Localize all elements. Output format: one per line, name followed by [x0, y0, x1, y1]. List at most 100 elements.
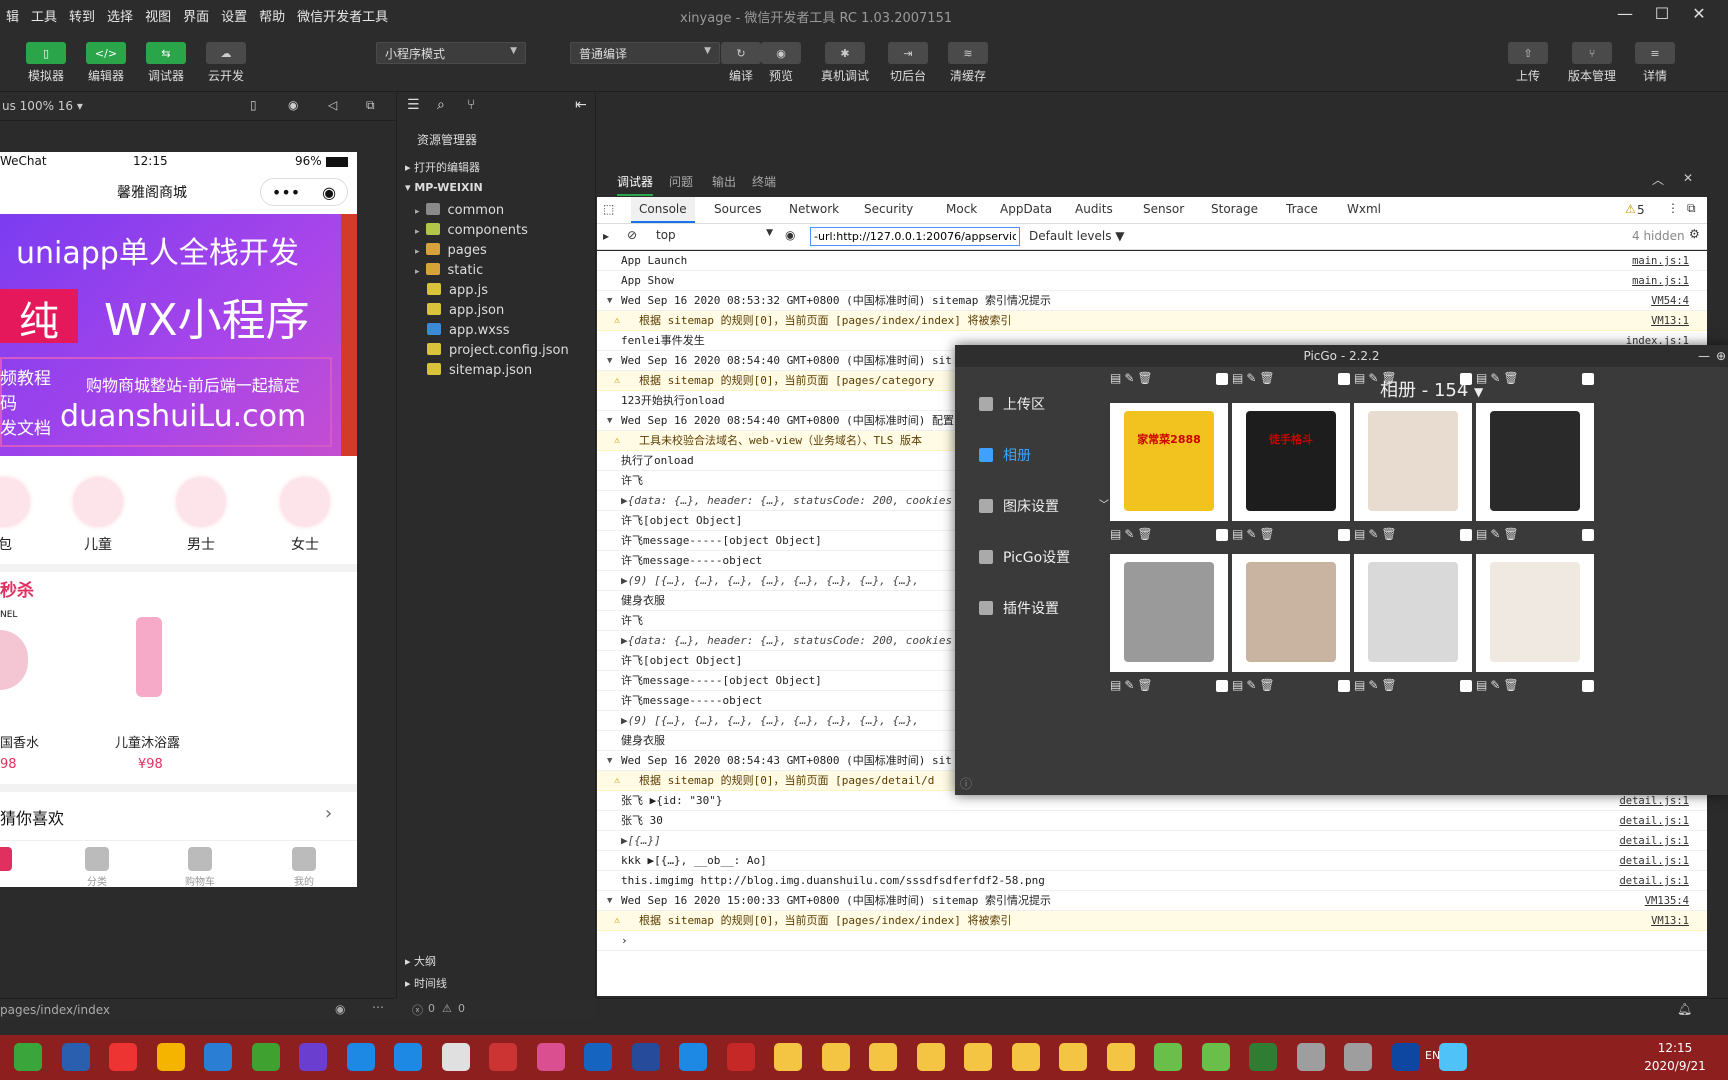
- nav-bed-settings[interactable]: 图床设置 ﹀: [979, 496, 1119, 516]
- tab-storage[interactable]: Storage: [1203, 197, 1266, 223]
- more-icon[interactable]: •••: [272, 183, 300, 202]
- collapse-icon[interactable]: ⇤: [575, 97, 587, 113]
- edit-icon[interactable]: ✎: [1124, 527, 1134, 541]
- gear-icon[interactable]: ⚙: [1689, 227, 1700, 241]
- source-link[interactable]: VM54:4: [1651, 291, 1689, 310]
- app-icon[interactable]: [1344, 1043, 1372, 1071]
- tab-debugger[interactable]: 调试器: [617, 173, 654, 196]
- app-icon[interactable]: [869, 1043, 897, 1071]
- app-icon[interactable]: [774, 1043, 802, 1071]
- delete-icon[interactable]: 🗑︎: [1381, 527, 1396, 541]
- delete-icon[interactable]: 🗑︎: [1137, 527, 1152, 541]
- version-button[interactable]: ⑂ 版本管理: [1560, 42, 1624, 84]
- copy-icon[interactable]: ▤: [1110, 527, 1121, 541]
- menu-item[interactable]: 工具: [25, 6, 63, 25]
- real-debug-button[interactable]: ✱ 真机调试: [815, 42, 875, 84]
- tab-audits[interactable]: Audits: [1067, 197, 1121, 223]
- tab-sensor[interactable]: Sensor: [1135, 197, 1192, 223]
- edit-icon[interactable]: ✎: [1490, 371, 1500, 385]
- delete-icon[interactable]: 🗑︎: [1381, 371, 1396, 385]
- app-icon[interactable]: [584, 1043, 612, 1071]
- app-icon[interactable]: [346, 1043, 375, 1071]
- select-checkbox[interactable]: [1582, 529, 1594, 541]
- copy-icon[interactable]: ▤: [1110, 678, 1121, 692]
- clear-icon[interactable]: ⊘: [627, 228, 637, 242]
- copy-icon[interactable]: ▤: [1476, 527, 1487, 541]
- tab-terminal[interactable]: 终端: [752, 173, 776, 190]
- edit-icon[interactable]: ✎: [1368, 371, 1378, 385]
- mode-select[interactable]: 小程序模式 ▼: [376, 42, 526, 64]
- source-link[interactable]: detail.js:1: [1619, 831, 1689, 850]
- tree-item[interactable]: app.wxss: [427, 323, 509, 338]
- app-icon[interactable]: [916, 1043, 945, 1071]
- select-checkbox[interactable]: [1338, 373, 1350, 385]
- menu-item[interactable]: 辑: [0, 6, 25, 25]
- close-icon[interactable]: ✕: [1684, 4, 1714, 26]
- clock[interactable]: 12:15 2020/9/21: [1630, 1039, 1720, 1075]
- tab-cart[interactable]: 购物车: [170, 847, 230, 887]
- tree-item[interactable]: ▸ components: [415, 223, 528, 238]
- zoom-select[interactable]: us 100% 16 ▾: [2, 99, 83, 113]
- app-icon[interactable]: [109, 1043, 137, 1071]
- source-link[interactable]: detail.js:1: [1619, 871, 1689, 890]
- list-icon[interactable]: ☰: [407, 97, 420, 113]
- delete-icon[interactable]: 🗑︎: [1503, 371, 1518, 385]
- record-icon[interactable]: ◉: [288, 98, 298, 112]
- background-button[interactable]: ⇥ 切后台: [880, 42, 936, 84]
- thumbnail[interactable]: 徒手格斗: [1232, 403, 1350, 521]
- edit-icon[interactable]: ✎: [1124, 678, 1134, 692]
- category-item[interactable]: 男士: [166, 478, 236, 554]
- source-link[interactable]: VM135:4: [1645, 891, 1689, 910]
- thumbnail[interactable]: [1354, 403, 1472, 521]
- add-icon[interactable]: ⊕: [1716, 345, 1726, 367]
- edit-icon[interactable]: ✎: [1368, 527, 1378, 541]
- tree-item[interactable]: app.js: [427, 283, 488, 298]
- chevron-right-icon[interactable]: ›: [325, 803, 332, 824]
- select-checkbox[interactable]: [1216, 680, 1228, 692]
- tree-item[interactable]: project.config.json: [427, 343, 569, 358]
- select-checkbox[interactable]: [1582, 373, 1594, 385]
- menu-item[interactable]: 转到: [63, 6, 101, 25]
- edit-icon[interactable]: ✎: [1246, 678, 1256, 692]
- delete-icon[interactable]: 🗑︎: [1381, 678, 1396, 692]
- app-icon[interactable]: [61, 1043, 90, 1071]
- nav-album[interactable]: 相册: [979, 445, 1119, 465]
- delete-icon[interactable]: 🗑︎: [1259, 527, 1274, 541]
- eye-icon[interactable]: ◉: [335, 1002, 345, 1016]
- tab-mine[interactable]: 我的: [274, 847, 334, 887]
- filter-input[interactable]: [810, 227, 1020, 246]
- tree-item[interactable]: ▸ static: [415, 263, 483, 278]
- copy-icon[interactable]: ▤: [1232, 527, 1243, 541]
- app-icon[interactable]: [1391, 1043, 1420, 1071]
- select-checkbox[interactable]: [1216, 529, 1228, 541]
- window-icon[interactable]: ⧉: [366, 98, 375, 113]
- thumbnail[interactable]: [1476, 554, 1594, 672]
- perfume-image[interactable]: [0, 630, 28, 690]
- sidebar-icon[interactable]: ▸: [603, 229, 609, 243]
- copy-icon[interactable]: ▤: [1476, 678, 1487, 692]
- app-icon[interactable]: [1011, 1043, 1040, 1071]
- inspect-icon[interactable]: ⬚: [603, 202, 614, 216]
- app-icon[interactable]: [204, 1043, 232, 1071]
- app-icon[interactable]: [536, 1043, 565, 1071]
- thumbnail[interactable]: [1110, 554, 1228, 672]
- lotion-image[interactable]: [136, 617, 162, 697]
- delete-icon[interactable]: 🗑︎: [1259, 371, 1274, 385]
- copy-icon[interactable]: ▤: [1110, 371, 1121, 385]
- minimize-icon[interactable]: —: [1698, 345, 1710, 367]
- select-checkbox[interactable]: [1338, 529, 1350, 541]
- app-icon[interactable]: [156, 1043, 185, 1071]
- menu-item[interactable]: 设置: [215, 6, 253, 25]
- tab-wxml[interactable]: Wxml: [1339, 197, 1389, 223]
- select-checkbox[interactable]: [1460, 373, 1472, 385]
- app-icon[interactable]: [1106, 1043, 1135, 1071]
- more-icon[interactable]: ⋯: [372, 1000, 384, 1014]
- dock-icon[interactable]: ⧉: [1687, 201, 1696, 216]
- app-icon[interactable]: [394, 1043, 422, 1071]
- copy-icon[interactable]: ▤: [1354, 678, 1365, 692]
- expand-icon[interactable]: ▼: [607, 291, 612, 310]
- tab-console[interactable]: Console: [631, 197, 695, 223]
- bell-icon[interactable]: 🔔︎: [1677, 1002, 1692, 1016]
- problems-summary[interactable]: ⓧ 0 ⚠ 0: [396, 998, 596, 1020]
- tab-category[interactable]: 分类: [67, 847, 127, 887]
